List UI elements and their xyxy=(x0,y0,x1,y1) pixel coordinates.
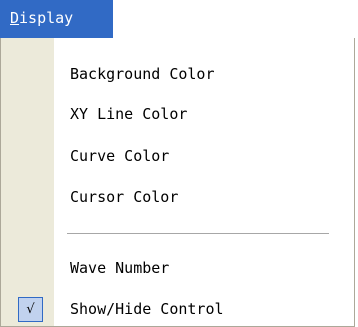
menu-item-curve-color[interactable]: Curve Color xyxy=(1,141,356,171)
menu-item-label: Background Color xyxy=(70,65,215,83)
menu-separator xyxy=(67,233,329,234)
menu-title-text: isplay xyxy=(19,9,74,27)
display-menu-title[interactable]: Display xyxy=(0,0,113,38)
menu-item-label: Curve Color xyxy=(70,147,170,165)
menu-item-label: XY Line Color xyxy=(70,105,188,123)
menu-item-cursor-color[interactable]: Cursor Color xyxy=(1,182,356,212)
display-dropdown-menu: Background Color XY Line Color Curve Col… xyxy=(0,38,355,327)
display-menu-screen: Display Background Color XY Line Color C… xyxy=(0,0,358,327)
menu-item-label: Wave Number xyxy=(70,259,170,277)
menu-item-background-color[interactable]: Background Color xyxy=(1,59,356,89)
menu-title-mnemonic: D xyxy=(10,9,20,27)
menu-item-xy-line-color[interactable]: XY Line Color xyxy=(1,99,356,129)
menu-item-label: Cursor Color xyxy=(70,188,179,206)
checkmark-icon: √ xyxy=(18,297,43,322)
menu-item-show-hide-control[interactable]: √ Show/Hide Control xyxy=(1,294,356,324)
menu-item-label: Show/Hide Control xyxy=(70,300,224,318)
menu-item-wave-number[interactable]: Wave Number xyxy=(1,253,356,283)
